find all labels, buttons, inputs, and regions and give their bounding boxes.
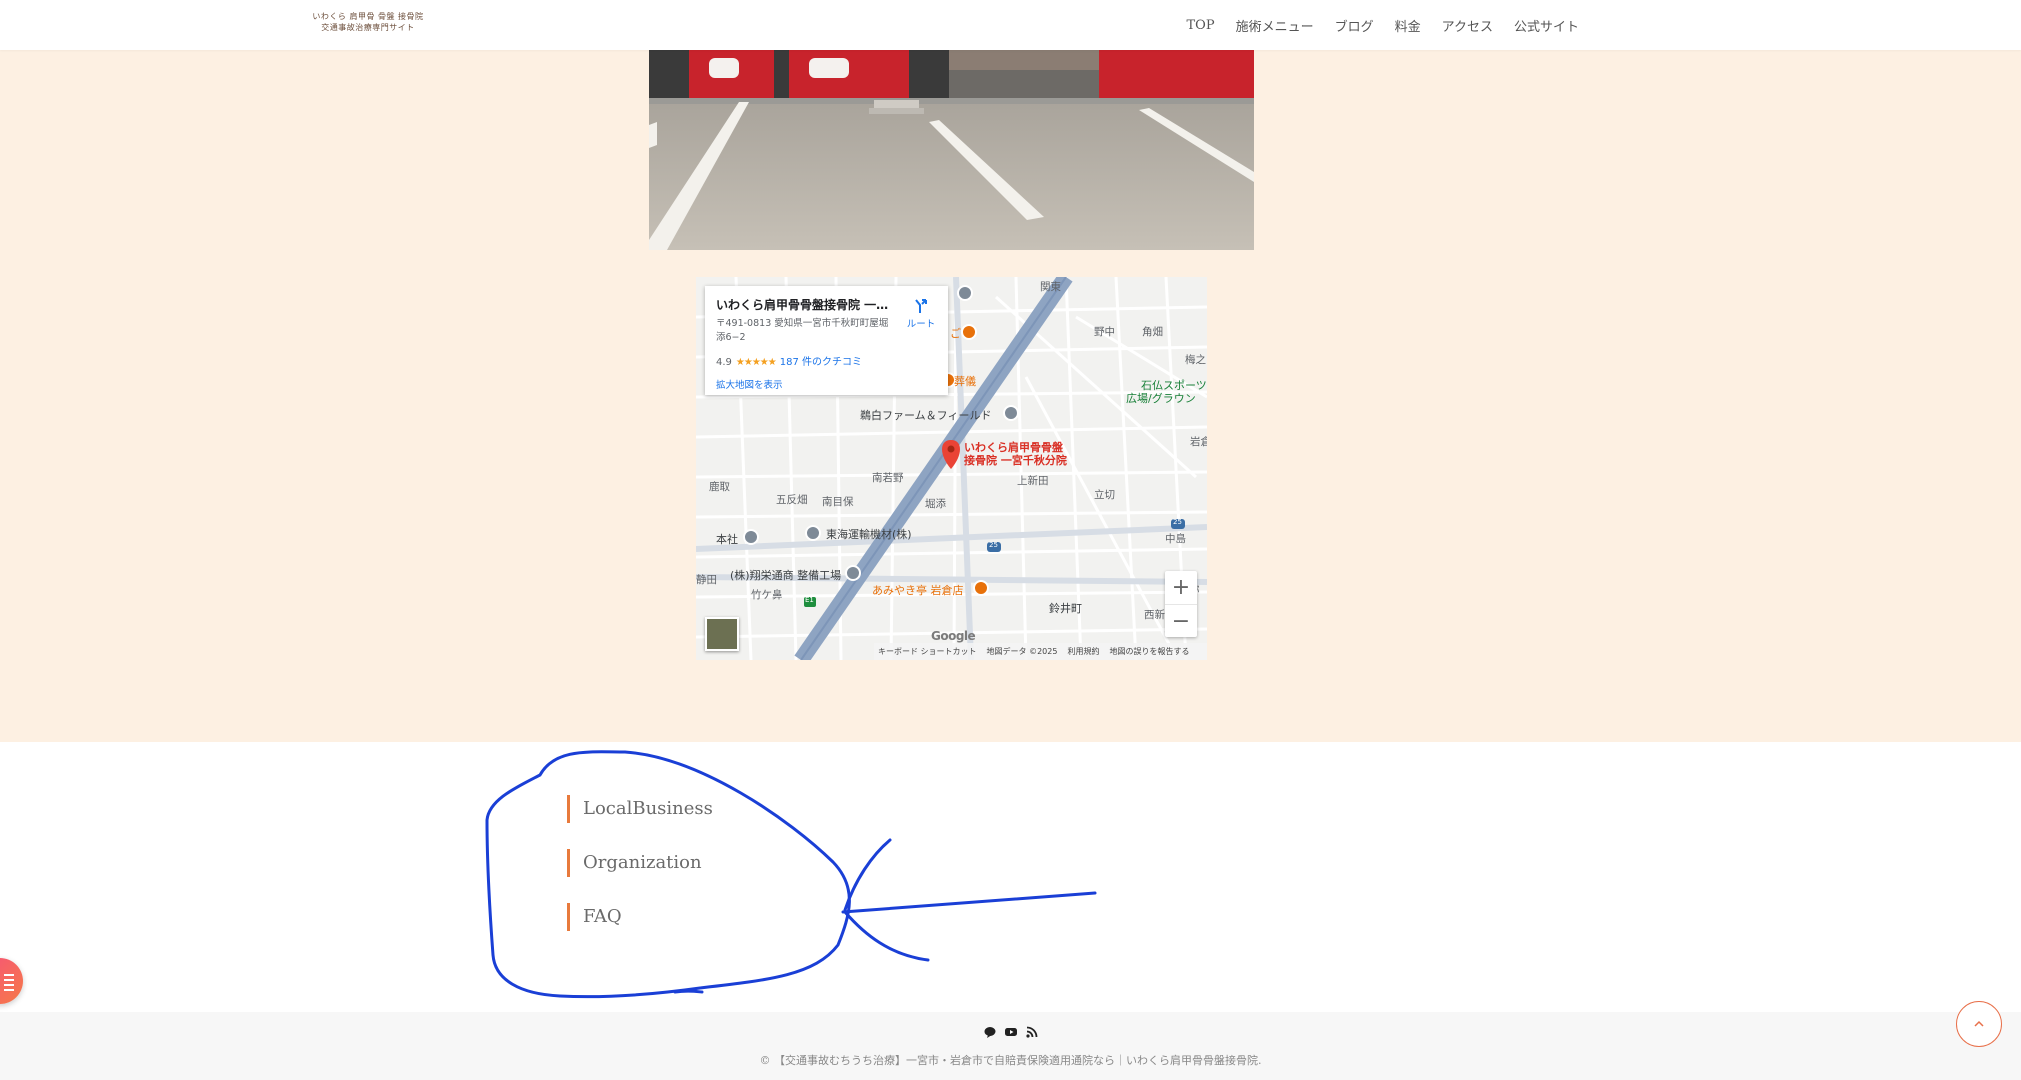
site-logo[interactable]: いわくら 肩甲骨 骨盤 接骨院 交通事故治療専門サイト [312, 11, 424, 33]
map-attribution-bar: キーボード ショートカット 地図データ ©2025 利用規約 地図の誤りを報告す… [874, 643, 1207, 660]
map-label: 岩倉 [1190, 436, 1207, 448]
directions-label: ルート [906, 319, 936, 330]
main-nav: TOP 施術メニュー ブログ 料金 アクセス 公式サイト [1187, 0, 1580, 50]
map-pin-label-1: いわくら肩甲骨骨盤 [964, 441, 1063, 454]
map-label: 堀添 [925, 498, 946, 510]
map-label: 中島 [1165, 533, 1186, 545]
route-shield-25: 25 [989, 541, 998, 549]
map-label: 鵜白ファーム＆フィールド [860, 409, 992, 422]
logo-line-1: いわくら 肩甲骨 骨盤 接骨院 [312, 12, 424, 21]
terms-link[interactable]: 利用規約 [1067, 646, 1099, 657]
route-shield-e1: E1 [805, 596, 814, 604]
map-label: ご [950, 327, 961, 340]
map-pin-label-2: 接骨院 一宮千秋分院 [964, 454, 1067, 467]
back-to-top-button[interactable] [1956, 1001, 2002, 1047]
star-rating-icon: ★★★★★ [735, 357, 777, 368]
map-rating-value: 4.9 [716, 357, 732, 368]
report-map-error-link[interactable]: 地図の誤りを報告する [1109, 646, 1189, 657]
map-label: 関東 [1040, 281, 1061, 293]
chevron-up-icon [1974, 1020, 1984, 1027]
nav-top[interactable]: TOP [1187, 18, 1215, 33]
line-icon[interactable] [984, 1026, 996, 1038]
directions-button[interactable]: ルート [901, 298, 941, 330]
zoom-in-button[interactable]: + [1165, 571, 1197, 604]
nav-treatment-menu[interactable]: 施術メニュー [1236, 16, 1314, 35]
keyboard-shortcuts-link[interactable]: キーボード ショートカット [878, 646, 977, 657]
map-label: 石仏スポーツ [1141, 379, 1207, 392]
nav-access[interactable]: アクセス [1442, 16, 1493, 35]
map-reviews-link[interactable]: 187 件のクチコミ [780, 357, 862, 368]
copyright-text: © 【交通事故むちうち治療】一宮市・岩倉市で自賠責保険適用通院なら｜いわくら肩甲… [759, 1054, 1262, 1067]
schema-link-localbusiness[interactable]: LocalBusiness [567, 795, 713, 823]
map-label: 角畑 [1142, 326, 1163, 338]
nav-blog[interactable]: ブログ [1335, 16, 1374, 35]
map-label: 五反畑 [776, 494, 808, 506]
zoom-out-button[interactable]: − [1165, 604, 1197, 637]
schema-link-organization[interactable]: Organization [567, 849, 713, 877]
menu-icon [4, 974, 14, 994]
map-label: 葬儀 [954, 375, 976, 388]
map-label: 広場/グラウン [1126, 392, 1196, 405]
nav-official-site[interactable]: 公式サイト [1514, 16, 1579, 35]
map-label: 南目保 [822, 496, 854, 508]
map-label: 鈴井町 [1049, 602, 1082, 615]
map-label: 鹿取 [709, 481, 730, 493]
side-menu-button[interactable] [0, 958, 23, 1004]
map-label: 野中 [1094, 326, 1115, 338]
satellite-toggle-button[interactable] [705, 617, 739, 651]
map-place-card: いわくら肩甲骨骨盤接骨院 一… 〒491-0813 愛知県一宮市千秋町町屋堀添6… [705, 286, 948, 395]
schema-links-list: LocalBusiness Organization FAQ [567, 795, 713, 957]
map-label: 上新田 [1017, 475, 1049, 487]
access-section: 関東 野中 角畑 梅之 石仏スポーツ 広場/グラウン 鵜白ファーム＆フィールド … [0, 50, 2021, 742]
map-place-name: いわくら肩甲骨骨盤接骨院 一… [716, 298, 889, 312]
map-zoom-controls: + − [1165, 571, 1197, 637]
map-label: 立切 [1094, 489, 1115, 501]
map-label: (株)翔栄通商 整備工場 [730, 569, 842, 582]
rss-icon[interactable] [1025, 1026, 1038, 1038]
social-icons [0, 1026, 2021, 1038]
google-map-embed[interactable]: 関東 野中 角畑 梅之 石仏スポーツ 広場/グラウン 鵜白ファーム＆フィールド … [696, 277, 1207, 660]
map-label: あみやき亭 岩倉店 [872, 584, 964, 597]
google-logo: Google [931, 629, 976, 643]
view-larger-map-link[interactable]: 拡大地図を表示 [716, 377, 783, 391]
map-label: 南若野 [872, 472, 904, 484]
nav-pricing[interactable]: 料金 [1395, 16, 1421, 35]
directions-icon [915, 299, 927, 313]
youtube-icon[interactable] [1004, 1026, 1017, 1038]
map-rating-row: 4.9 ★★★★★ 187 件のクチコミ [716, 353, 862, 368]
site-footer: © 【交通事故むちうち治療】一宮市・岩倉市で自賠責保険適用通院なら｜いわくら肩甲… [0, 1012, 2021, 1080]
map-label: 本社 [716, 533, 738, 546]
map-label: 東海運輸機材(株) [826, 528, 912, 541]
parking-lot-photo [649, 50, 1254, 250]
map-label: 竹ケ鼻 [751, 589, 783, 601]
logo-line-2: 交通事故治療専門サイト [321, 23, 415, 32]
site-header: いわくら 肩甲骨 骨盤 接骨院 交通事故治療専門サイト TOP 施術メニュー ブ… [0, 0, 2021, 50]
map-place-address: 〒491-0813 愛知県一宮市千秋町町屋堀添6−2 [716, 318, 889, 343]
route-shield-25: 25 [1173, 518, 1182, 526]
map-data-credit: 地図データ ©2025 [986, 647, 1058, 656]
map-label: 西新 [1144, 609, 1165, 621]
schema-link-faq[interactable]: FAQ [567, 903, 713, 931]
map-label: 梅之 [1185, 354, 1206, 366]
map-label: 静田 [696, 574, 717, 586]
